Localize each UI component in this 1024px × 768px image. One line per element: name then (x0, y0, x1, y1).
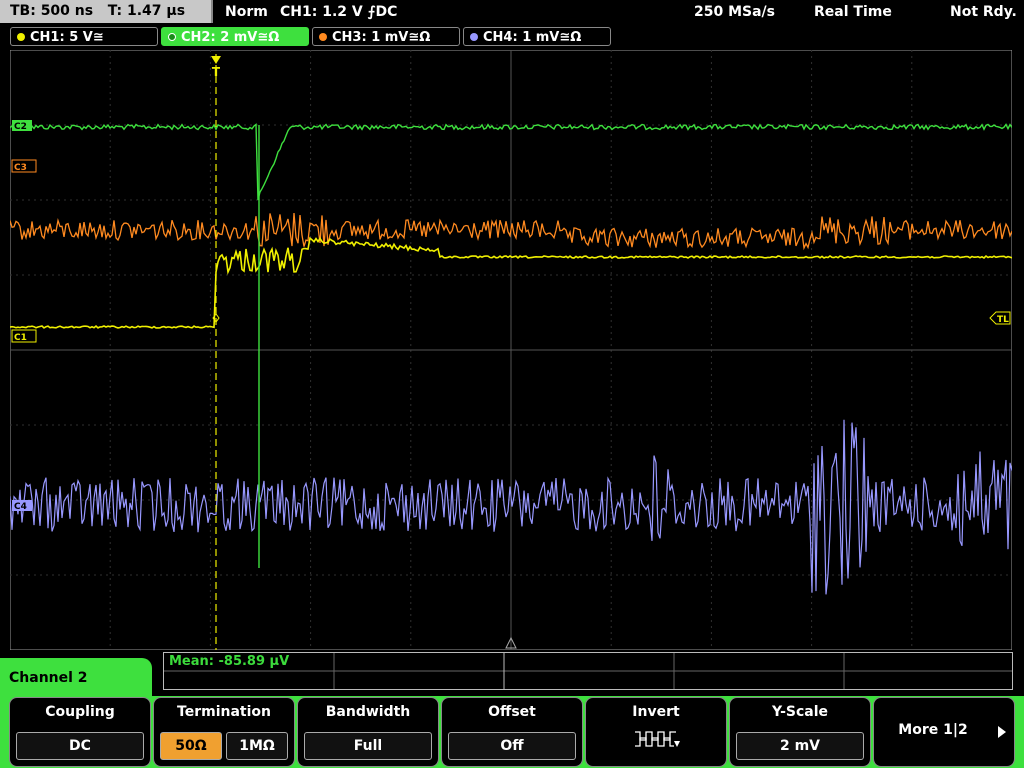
tab-ch2[interactable]: CH2: 2 mV≅Ω (161, 27, 309, 46)
ch2-dot (168, 33, 176, 41)
yscale-softkey[interactable]: Y-Scale 2 mV (729, 697, 871, 767)
coupling-title: Coupling (45, 704, 115, 720)
c3-marker[interactable]: C3 (11, 159, 37, 173)
invert-waveform-icon (635, 731, 680, 747)
sample-rate: 250 MSa/s (694, 4, 776, 20)
timebase: TB: 500 ns (10, 3, 94, 19)
ch2-label: CH2: 2 mV≅Ω (181, 30, 280, 45)
ch1-label: CH1: 5 V≅ (30, 30, 104, 45)
menu-channel-label: Channel 2 (0, 658, 152, 698)
invert-title: Invert (632, 704, 680, 720)
tab-ch1[interactable]: CH1: 5 V≅ (10, 27, 158, 46)
ch4-label: CH4: 1 mV≅Ω (483, 30, 582, 45)
termination-1mohm[interactable]: 1MΩ (226, 732, 288, 760)
trigger-source[interactable]: CH1: 1.2 V ⨍DC (280, 0, 397, 24)
termination-softkey[interactable]: Termination 50Ω 1MΩ (153, 697, 295, 767)
termination-title: Termination (177, 704, 271, 720)
coupling-softkey[interactable]: Coupling DC (9, 697, 151, 767)
bandwidth-value[interactable]: Full (304, 732, 432, 760)
more-softkey[interactable]: More 1|2 (873, 697, 1015, 767)
c2-marker[interactable]: C2 (12, 120, 32, 132)
trigger-marker-label: T (212, 65, 221, 79)
more-label: More 1|2 (898, 722, 968, 738)
tab-ch3[interactable]: CH3: 1 mV≅Ω (312, 27, 460, 46)
acquisition-mode: Real Time (814, 4, 892, 20)
coupling-value[interactable]: DC (16, 732, 144, 760)
trigger-time: T: 1.47 µs (107, 3, 186, 19)
measurement-panel (163, 652, 1013, 690)
mean-measurement: Mean: -85.89 µV (169, 654, 290, 669)
ch3-label: CH3: 1 mV≅Ω (332, 30, 431, 45)
c1-marker-label: C1 (14, 333, 27, 343)
tl-marker-label: TL (997, 315, 1009, 325)
c2-marker-label: C2 (14, 122, 27, 132)
arrow-right-icon (998, 726, 1006, 738)
ready-status: Not Rdy. (950, 4, 1017, 20)
c4-marker-label: C4 (14, 502, 27, 512)
offset-title: Offset (488, 704, 536, 720)
offset-value[interactable]: Off (448, 732, 576, 760)
measurement-grid (164, 653, 1012, 689)
ch4-dot (470, 33, 478, 41)
tab-ch4[interactable]: CH4: 1 mV≅Ω (463, 27, 611, 46)
ch1-dot (17, 33, 25, 41)
termination-50ohm[interactable]: 50Ω (160, 732, 222, 760)
waveform-display[interactable]: T C2 C3 C1 C4 TL (10, 50, 1012, 650)
c3-marker-label: C3 (14, 163, 27, 173)
c1-marker[interactable]: C1 (11, 329, 37, 343)
ch3-dot (319, 33, 327, 41)
invert-softkey[interactable]: Invert (585, 697, 727, 767)
trigger-mode[interactable]: Norm (225, 0, 268, 24)
c4-marker[interactable]: C4 (12, 500, 32, 512)
timebase-box[interactable]: TB: 500 ns T: 1.47 µs (0, 0, 213, 23)
yscale-title: Y-Scale (771, 704, 828, 720)
offset-softkey[interactable]: Offset Off (441, 697, 583, 767)
yscale-value[interactable]: 2 mV (736, 732, 864, 760)
bandwidth-title: Bandwidth (325, 704, 411, 720)
bandwidth-softkey[interactable]: Bandwidth Full (297, 697, 439, 767)
